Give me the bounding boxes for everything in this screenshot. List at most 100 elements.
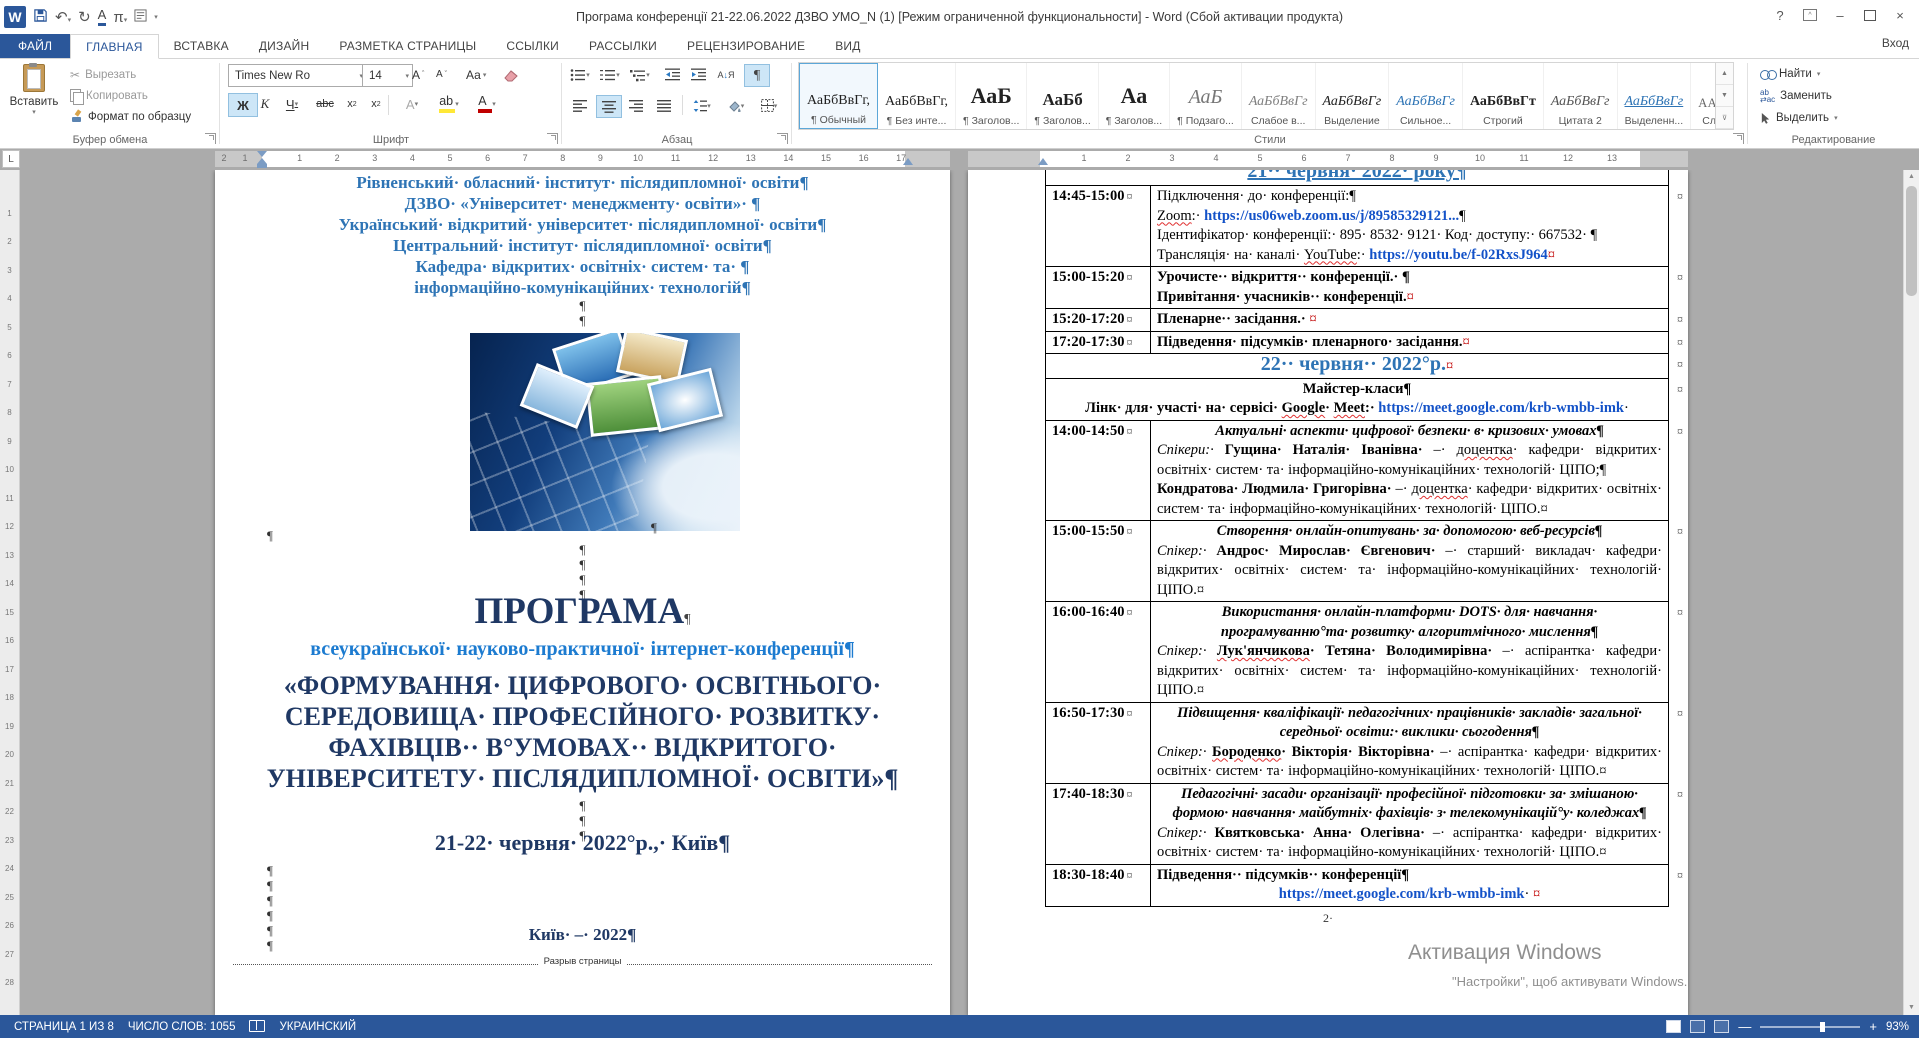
align-left-button[interactable]	[568, 95, 592, 116]
style-item-4[interactable]: АаБб¶ Заголов...	[1027, 63, 1098, 129]
tab-файл[interactable]: ФАЙЛ	[0, 34, 70, 58]
paragraph-dialog-launcher[interactable]	[777, 133, 788, 144]
paste-button[interactable]: Вставить ▾	[8, 62, 60, 126]
qat-customize-icon[interactable]: ▾	[154, 13, 158, 21]
style-item-13[interactable]: ААББВВГТСлабая сс...	[1691, 63, 1716, 129]
document-canvas[interactable]: 1234567891011121314151617181920212223242…	[0, 170, 1919, 1015]
cut-button[interactable]: ✂ Вырезать	[70, 65, 136, 84]
web-layout-button[interactable]	[1714, 1020, 1729, 1033]
word-logo-icon[interactable]: W	[4, 6, 26, 28]
font-size-select[interactable]: 14▾	[362, 64, 413, 87]
redo-icon[interactable]: ↻	[78, 10, 91, 25]
clipboard-dialog-launcher[interactable]	[205, 133, 216, 144]
font-color-quick-icon[interactable]: А	[98, 8, 107, 25]
style-item-3[interactable]: АаБ¶ Заголов...	[956, 63, 1027, 129]
style-item-11[interactable]: АаБбВвГгЦитата 2	[1544, 63, 1618, 129]
select-button[interactable]: Выделить▾	[1760, 108, 1838, 128]
tab-дизайн[interactable]: ДИЗАЙН	[244, 34, 325, 58]
styles-scroll-up-icon[interactable]: ▲	[1716, 63, 1733, 85]
tab-главная[interactable]: ГЛАВНАЯ	[70, 34, 158, 59]
decrease-indent-button[interactable]	[660, 64, 684, 85]
style-item-6[interactable]: АаБ¶ Подзаго...	[1170, 63, 1242, 129]
align-right-button[interactable]	[624, 95, 648, 116]
tab-разметка страницы[interactable]: РАЗМЕТКА СТРАНИЦЫ	[324, 34, 491, 58]
style-item-12[interactable]: АаБбВвГгВыделенн...	[1618, 63, 1692, 129]
styles-more-icon[interactable]: ⊽	[1716, 107, 1733, 129]
line-spacing-button[interactable]: ▾	[688, 95, 716, 116]
multilevel-list-button[interactable]: ▾	[628, 64, 652, 85]
underline-button[interactable]: Ч▾	[274, 93, 310, 115]
zoom-out-button[interactable]: —	[1738, 1019, 1751, 1034]
page-2[interactable]: 21·· червня· 2022· року¶¤14:45-15:00¤Під…	[968, 170, 1688, 1015]
vertical-ruler[interactable]: 1234567891011121314151617181920212223242…	[0, 170, 20, 1015]
style-item-10[interactable]: АаБбВвГтСтрогий	[1463, 63, 1544, 129]
increase-indent-button[interactable]	[686, 64, 710, 85]
read-mode-button[interactable]	[1666, 1020, 1681, 1033]
styles-dialog-launcher[interactable]	[1733, 133, 1744, 144]
show-marks-button[interactable]: ¶	[744, 64, 770, 87]
borders-button[interactable]: ▾	[754, 95, 784, 116]
ribbon-display-options-button[interactable]: ^	[1795, 2, 1825, 28]
clear-formatting-button[interactable]	[504, 64, 520, 85]
font-dialog-launcher[interactable]	[547, 133, 558, 144]
hyperlink[interactable]: https://meet.google.com/krb-wmbb-imk	[1378, 400, 1624, 416]
sort-button[interactable]: А↓Я	[714, 64, 738, 85]
style-item-1[interactable]: АаБбВвГг,¶ Обычный	[799, 63, 878, 129]
grow-font-button[interactable]: Аˆ	[412, 64, 424, 85]
tab-рецензирование[interactable]: РЕЦЕНЗИРОВАНИЕ	[672, 34, 820, 58]
tab-ссылки[interactable]: ССЫЛКИ	[491, 34, 574, 58]
page-indicator[interactable]: СТРАНИЦА 1 ИЗ 8	[14, 1021, 114, 1033]
font-color-button[interactable]: А▾	[468, 93, 506, 115]
shrink-font-button[interactable]: Аˇ	[436, 64, 447, 85]
font-family-select[interactable]: Times New Ro▾	[228, 64, 367, 87]
save-icon[interactable]	[33, 8, 48, 26]
style-item-7[interactable]: АаБбВвГгСлабое в...	[1242, 63, 1316, 129]
strikethrough-button[interactable]: abc	[308, 93, 342, 115]
maximize-button[interactable]	[1855, 2, 1885, 28]
print-layout-button[interactable]	[1690, 1020, 1705, 1033]
scroll-down-icon[interactable]: ▼	[1904, 1001, 1919, 1015]
scrollbar-thumb[interactable]	[1906, 186, 1917, 296]
style-item-2[interactable]: АаБбВвГг,¶ Без инте...	[878, 63, 956, 129]
hyperlink[interactable]: https://meet.google.com/krb-wmbb-imk	[1279, 886, 1525, 902]
zoom-slider[interactable]	[1760, 1026, 1860, 1028]
word-count[interactable]: ЧИСЛО СЛОВ: 1055	[128, 1021, 236, 1033]
numbering-button[interactable]: ▾	[598, 64, 622, 85]
language-indicator[interactable]: УКРАИНСКИЙ	[279, 1021, 356, 1033]
tab-вставка[interactable]: ВСТАВКА	[159, 34, 244, 58]
copy-button[interactable]: Копировать	[70, 86, 148, 105]
text-effects-button[interactable]: А▾	[394, 93, 430, 115]
tab-вид[interactable]: ВИД	[820, 34, 875, 58]
vertical-scrollbar[interactable]: ▲ ▼	[1903, 170, 1919, 1015]
horizontal-ruler[interactable]: 2112345678910111213141516171234567891011…	[0, 148, 1919, 170]
shading-button[interactable]: ▾	[720, 95, 750, 116]
undo-icon[interactable]: ↶▾	[55, 10, 71, 25]
proofing-icon[interactable]	[249, 1020, 265, 1034]
tab-рассылки[interactable]: РАССЫЛКИ	[574, 34, 672, 58]
bullets-button[interactable]: ▾	[568, 64, 592, 85]
styles-scroll-down-icon[interactable]: ▼	[1716, 85, 1733, 107]
help-button[interactable]: ?	[1765, 2, 1795, 28]
zoom-in-button[interactable]: +	[1869, 1019, 1877, 1034]
style-item-5[interactable]: Аа¶ Заголов...	[1099, 63, 1170, 129]
styles-gallery-scrollbar[interactable]: ▲ ▼ ⊽	[1716, 62, 1734, 130]
scroll-up-icon[interactable]: ▲	[1904, 170, 1919, 184]
minimize-button[interactable]: –	[1825, 2, 1855, 28]
highlight-color-button[interactable]: ab▾	[428, 93, 470, 115]
find-button[interactable]: Найти▾	[1760, 64, 1820, 84]
align-center-button[interactable]	[596, 95, 622, 118]
style-item-9[interactable]: АаБбВвГгСильное...	[1389, 63, 1463, 129]
page-1[interactable]: Рівненський· обласний· інститут· післяди…	[215, 170, 950, 1015]
format-painter-button[interactable]: Формат по образцу	[70, 107, 191, 126]
zoom-slider-thumb[interactable]	[1820, 1022, 1825, 1032]
paragraph-settings-icon[interactable]	[134, 9, 147, 25]
replace-button[interactable]: ab⇄ac Заменить	[1760, 86, 1832, 106]
hyperlink[interactable]: https://youtu.be/f-02RxsJ964	[1369, 247, 1547, 263]
superscript-button[interactable]: х2	[362, 93, 390, 115]
equation-icon[interactable]: π▾	[113, 10, 127, 25]
sign-in-link[interactable]: Вход	[1882, 36, 1909, 50]
close-button[interactable]: ×	[1885, 2, 1915, 28]
hyperlink[interactable]: https://us06web.zoom.us/j/89585329121...	[1204, 208, 1459, 224]
justify-button[interactable]	[652, 95, 676, 116]
change-case-button[interactable]: Аа▾	[466, 64, 486, 85]
